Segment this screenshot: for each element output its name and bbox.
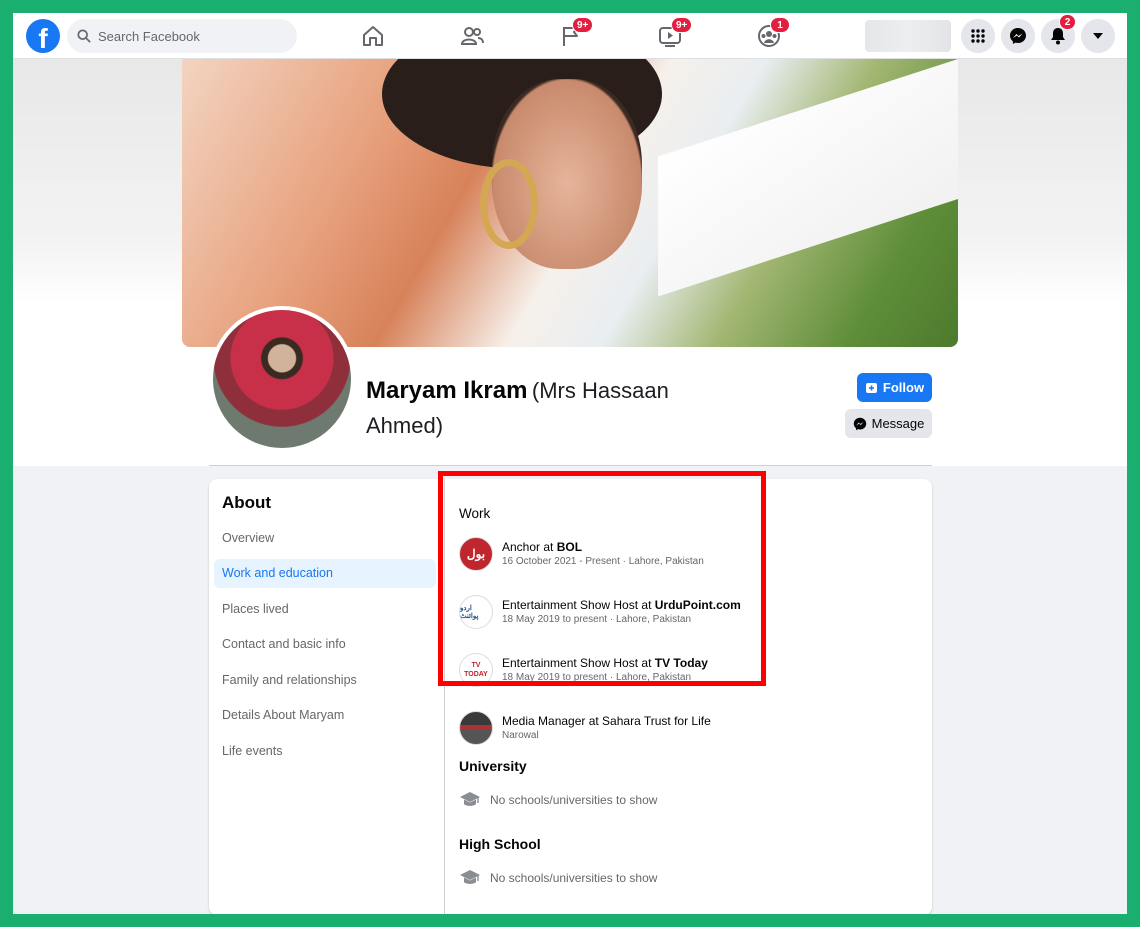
work-role: Anchor at <box>502 540 557 554</box>
work-detail: 18 May 2019 to present · Lahore, Pakista… <box>502 614 692 625</box>
work-detail: 18 May 2019 to present · Lahore, Pakista… <box>502 672 692 683</box>
screenshot-frame: f Search Facebook 9+ 9+ 1 2 Maryam Ikram… <box>13 13 1127 914</box>
messenger-icon <box>853 417 866 430</box>
sidebar-item-overview[interactable]: Overview <box>214 524 436 553</box>
message-label: Message <box>871 416 925 431</box>
top-navbar: f Search Facebook 9+ 9+ 1 2 <box>13 13 1127 59</box>
follow-icon <box>865 383 877 393</box>
sidebar-item-contact-info[interactable]: Contact and basic info <box>214 630 436 659</box>
cover-photo-earring <box>480 159 538 249</box>
graduation-cap-icon <box>460 870 480 884</box>
work-detail: Narowal <box>502 730 539 741</box>
work-item[interactable]: اردو پوائنٹ Entertainment Show Host at U… <box>459 595 919 631</box>
avatar[interactable] <box>209 306 355 452</box>
pages-badge: 9+ <box>572 17 594 33</box>
work-role: Entertainment Show Host at <box>502 656 655 670</box>
menu-grid-icon[interactable] <box>961 19 995 53</box>
search-placeholder: Search Facebook <box>98 28 200 44</box>
profile-name: Maryam Ikram <box>366 377 528 404</box>
watch-badge: 9+ <box>671 17 693 33</box>
message-button[interactable]: Message <box>845 409 932 438</box>
profile-shortcut[interactable] <box>865 20 951 52</box>
about-content: Work بول Anchor at BOL 16 October 2021 -… <box>446 479 932 914</box>
home-icon[interactable] <box>359 22 387 50</box>
work-org-link[interactable]: BOL <box>557 540 582 554</box>
profile-divider <box>209 465 932 466</box>
about-sidebar: About Overview Work and education Places… <box>209 479 445 914</box>
messenger-icon[interactable] <box>1001 19 1035 53</box>
cover-photo[interactable] <box>182 59 958 347</box>
work-title: Entertainment Show Host at TV Today <box>502 656 708 670</box>
work-item[interactable]: TV TODAY Entertainment Show Host at TV T… <box>459 653 919 689</box>
sidebar-item-life-events[interactable]: Life events <box>214 737 436 766</box>
high-school-empty-row: No schools/universities to show <box>459 869 657 887</box>
cover-photo-sleeve <box>658 59 958 297</box>
friends-icon[interactable] <box>458 22 486 50</box>
search-icon <box>77 29 91 43</box>
sahara-trust-logo-icon <box>459 711 493 745</box>
work-title: Anchor at BOL <box>502 540 582 554</box>
work-item[interactable]: بول Anchor at BOL 16 October 2021 - Pres… <box>459 537 919 573</box>
about-title: About <box>222 493 272 512</box>
high-school-empty-text: No schools/universities to show <box>490 871 658 885</box>
sidebar-item-work-and-education[interactable]: Work and education <box>214 559 436 588</box>
sidebar-item-family[interactable]: Family and relationships <box>214 666 436 695</box>
notifications-bell-icon[interactable]: 2 <box>1041 14 1076 53</box>
follow-button[interactable]: Follow <box>857 373 932 402</box>
high-school-section-title: High School <box>459 836 541 852</box>
work-item[interactable]: Media Manager at Sahara Trust for Life N… <box>459 711 919 747</box>
work-title: Entertainment Show Host at UrduPoint.com <box>502 598 741 612</box>
urdupoint-logo-icon: اردو پوائنٹ <box>459 595 493 629</box>
notifications-badge: 2 <box>1059 14 1076 30</box>
watch-icon[interactable]: 9+ <box>656 17 693 50</box>
work-role: Media Manager at Sahara Trust for Life <box>502 714 711 728</box>
work-role: Entertainment Show Host at <box>502 598 655 612</box>
about-card: About Overview Work and education Places… <box>209 479 932 914</box>
groups-icon[interactable]: 1 <box>755 17 790 50</box>
work-org-link[interactable]: UrduPoint.com <box>655 598 741 612</box>
follow-label: Follow <box>882 380 925 395</box>
graduation-cap-icon <box>460 792 480 806</box>
groups-badge: 1 <box>770 17 790 33</box>
university-section-title: University <box>459 758 527 774</box>
sidebar-item-places-lived[interactable]: Places lived <box>214 595 436 624</box>
search-input[interactable]: Search Facebook <box>67 19 297 53</box>
bol-logo-icon: بول <box>459 537 493 571</box>
university-empty-row: No schools/universities to show <box>459 791 657 809</box>
tv-today-logo-icon: TV TODAY <box>459 653 493 687</box>
university-empty-text: No schools/universities to show <box>490 793 658 807</box>
facebook-logo-icon[interactable]: f <box>26 19 60 53</box>
pages-flag-icon[interactable]: 9+ <box>557 17 594 50</box>
account-menu-chevron-down-icon[interactable] <box>1081 19 1115 53</box>
work-detail: 16 October 2021 - Present · Lahore, Paki… <box>502 556 704 567</box>
work-org-link[interactable]: TV Today <box>655 656 708 670</box>
profile-name-block: Maryam Ikram (Mrs Hassaan Ahmed) <box>366 375 726 445</box>
work-title: Media Manager at Sahara Trust for Life <box>502 714 711 728</box>
sidebar-item-details[interactable]: Details About Maryam <box>214 701 436 730</box>
work-section-title: Work <box>459 506 491 521</box>
